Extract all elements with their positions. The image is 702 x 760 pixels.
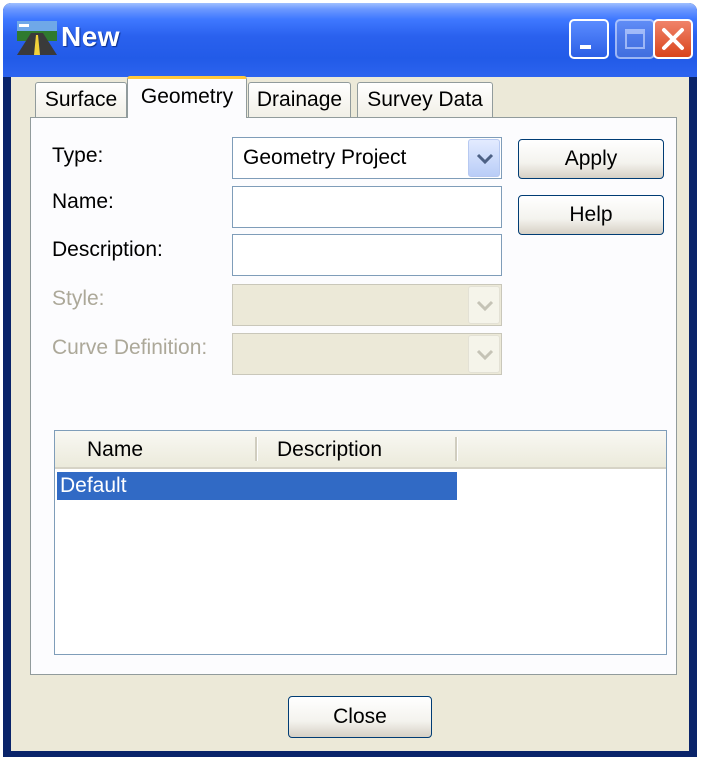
curve-definition-select (232, 333, 502, 375)
list-header: Name Description (55, 431, 666, 469)
name-label: Name: (52, 190, 114, 213)
curve-definition-label: Curve Definition: (52, 336, 208, 359)
road-app-icon (17, 21, 57, 55)
chevron-down-icon (476, 153, 494, 165)
maximize-button (615, 19, 655, 59)
description-label: Description: (52, 238, 163, 261)
title-bar[interactable]: New (3, 3, 697, 77)
type-select[interactable]: Geometry Project (232, 137, 502, 179)
type-label: Type: (52, 144, 104, 167)
column-header-description[interactable]: Description (277, 438, 382, 462)
chevron-down-icon (476, 300, 494, 312)
list-item[interactable]: Default (57, 472, 457, 500)
maximize-icon (625, 29, 645, 49)
minimize-icon (580, 45, 591, 49)
tab-surface[interactable]: Surface (35, 82, 127, 118)
column-divider[interactable] (255, 437, 258, 461)
style-dropdown-button (468, 286, 500, 324)
help-button[interactable]: Help (518, 195, 664, 235)
apply-button[interactable]: Apply (518, 139, 664, 179)
close-x-icon (662, 28, 684, 50)
description-input[interactable] (232, 234, 502, 276)
close-button[interactable]: Close (288, 696, 432, 738)
window-title: New (61, 21, 121, 52)
name-input[interactable] (232, 186, 502, 228)
style-label: Style: (52, 287, 105, 310)
curve-definition-dropdown-button (468, 335, 500, 373)
close-window-button[interactable] (653, 19, 693, 59)
column-header-name[interactable]: Name (87, 438, 143, 462)
tab-geometry[interactable]: Geometry (127, 76, 247, 118)
list-item-name: Default (60, 474, 127, 497)
minimize-button[interactable] (569, 19, 609, 59)
type-select-value: Geometry Project (243, 146, 407, 169)
column-divider[interactable] (455, 437, 458, 461)
style-select (232, 284, 502, 326)
tab-drainage[interactable]: Drainage (248, 82, 351, 118)
tab-survey-data[interactable]: Survey Data (357, 82, 493, 118)
chevron-down-icon (476, 349, 494, 361)
type-dropdown-button[interactable] (468, 139, 500, 177)
projects-list[interactable]: Name Description Default (54, 430, 667, 655)
